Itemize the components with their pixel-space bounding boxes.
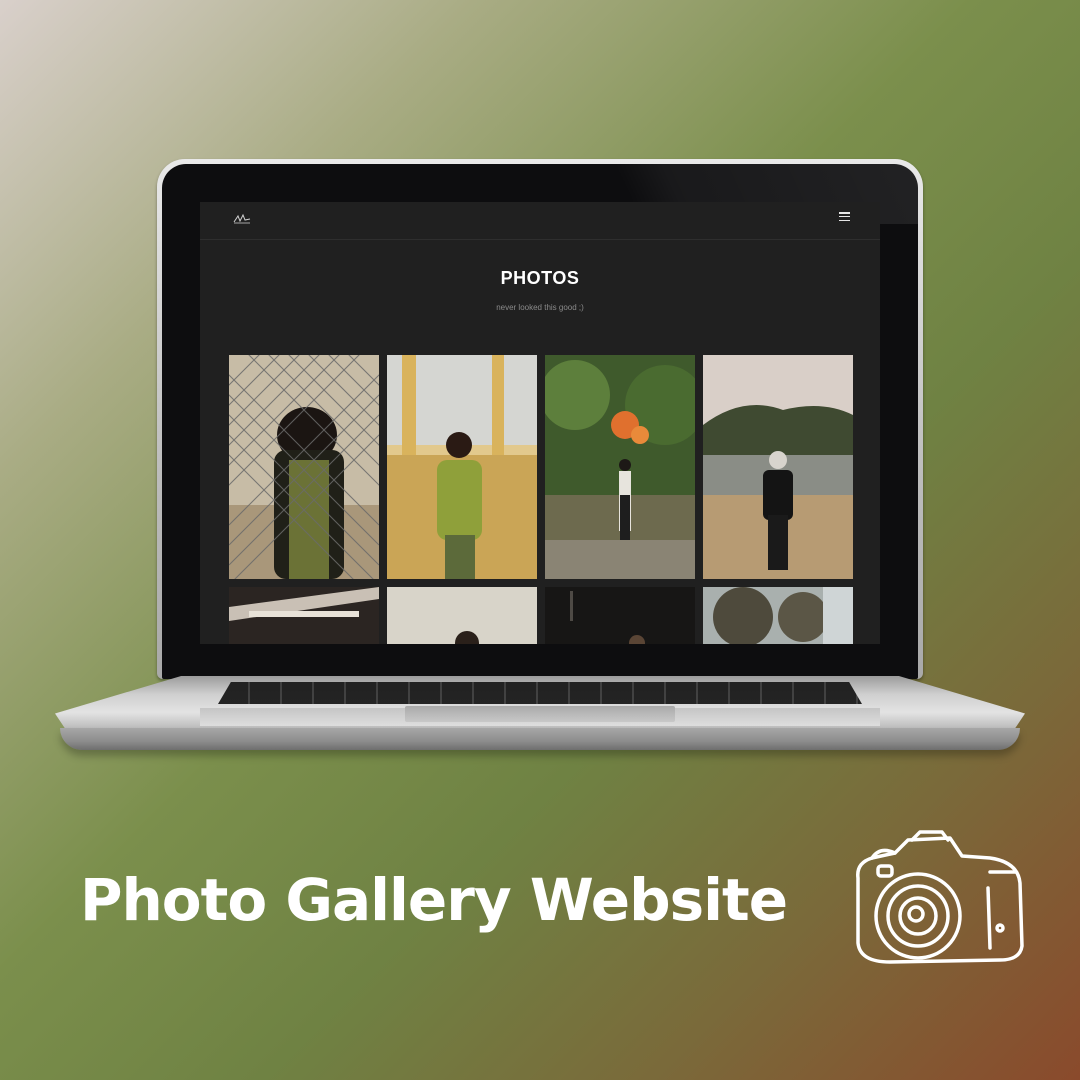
photo-thumbnail[interactable] bbox=[387, 355, 537, 579]
hamburger-menu-icon[interactable] bbox=[839, 212, 850, 222]
photo-thumbnail[interactable] bbox=[703, 355, 853, 579]
photo-thumbnail[interactable] bbox=[229, 355, 379, 579]
photo-thumbnail[interactable] bbox=[703, 587, 853, 644]
signature-logo-icon[interactable] bbox=[233, 213, 251, 225]
browser-viewport: PHOTOS never looked this good ;) bbox=[200, 202, 880, 644]
photo-thumbnail[interactable] bbox=[545, 355, 695, 579]
photo-thumbnail[interactable] bbox=[387, 587, 537, 644]
laptop-keyboard bbox=[218, 682, 862, 704]
page-title: PHOTOS bbox=[500, 268, 580, 288]
promo-caption: Photo Gallery Website bbox=[80, 866, 788, 934]
laptop-front-edge bbox=[60, 728, 1020, 750]
laptop-bezel: PHOTOS never looked this good ;) bbox=[162, 164, 918, 679]
photo-thumbnail[interactable] bbox=[545, 587, 695, 644]
page-subtitle: never looked this good ;) bbox=[496, 303, 584, 312]
photo-thumbnail[interactable] bbox=[229, 587, 379, 644]
camera-icon bbox=[856, 830, 1024, 964]
laptop-trackpad bbox=[405, 706, 675, 722]
site-navbar bbox=[200, 202, 880, 240]
laptop-lid: PHOTOS never looked this good ;) bbox=[157, 159, 923, 679]
